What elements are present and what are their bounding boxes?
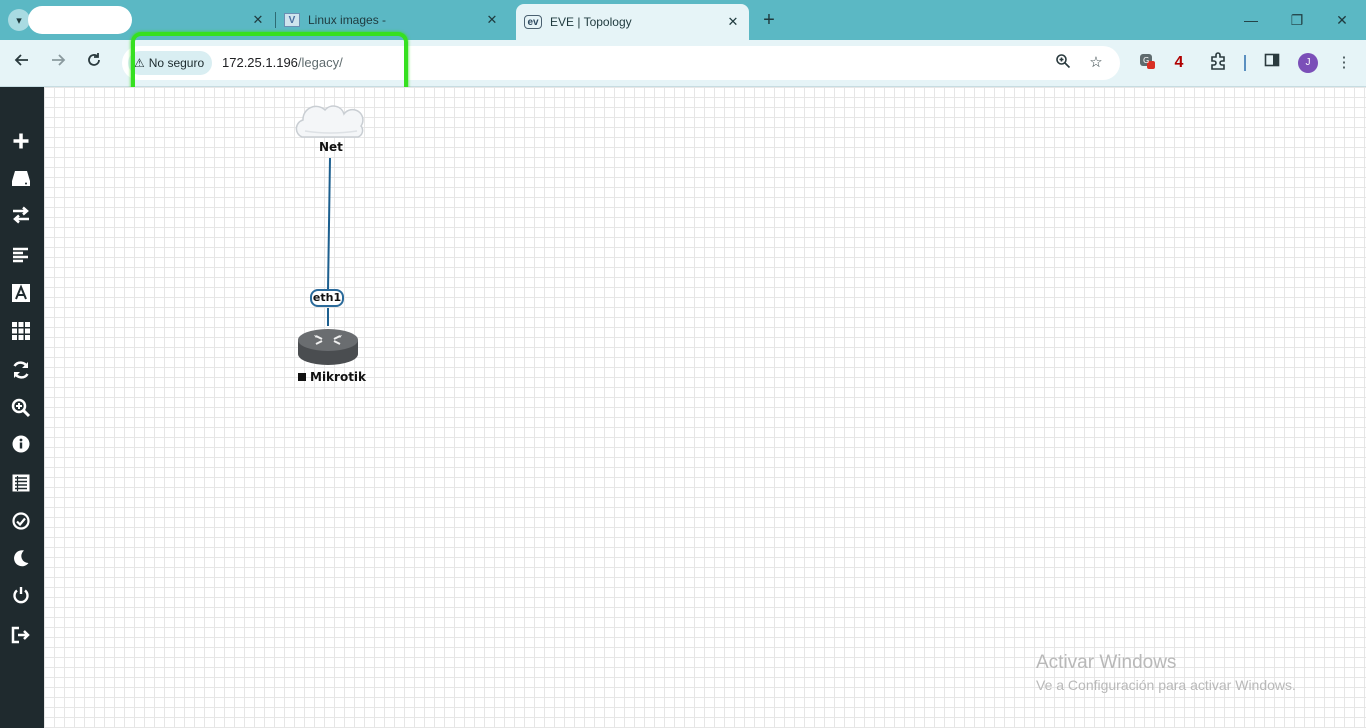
toolbar-divider <box>1244 55 1246 71</box>
chevron-down-icon: ▾ <box>16 14 22 27</box>
router-node-name: Mikrotik <box>310 370 367 384</box>
topology-canvas[interactable] <box>44 87 1366 728</box>
exchange-icon[interactable] <box>8 202 34 228</box>
zoom-icon[interactable] <box>8 395 34 421</box>
url-path: /legacy/ <box>297 55 343 70</box>
tab-separator <box>275 12 276 28</box>
tab-redacted[interactable]: ✕ <box>24 6 274 34</box>
extension-translate-icon[interactable]: G <box>1136 52 1158 74</box>
activation-watermark-subtitle: Ve a Configuración para activar Windows. <box>1036 677 1296 693</box>
zoom-icon[interactable] <box>1053 53 1073 73</box>
side-panel-icon[interactable] <box>1261 52 1283 74</box>
url-text[interactable]: 172.25.1.196/legacy/ <box>222 55 343 70</box>
site-favicon-icon: V <box>284 13 300 27</box>
svg-text:G: G <box>1143 56 1149 65</box>
url-host: 172.25.1.196 <box>222 55 298 70</box>
info-icon[interactable] <box>8 431 34 457</box>
eve-favicon-icon: ev <box>524 15 542 29</box>
minimize-button[interactable]: — <box>1241 10 1261 30</box>
close-icon[interactable]: ✕ <box>250 12 266 28</box>
eve-sidebar <box>0 87 44 728</box>
tab-strip: ▾ ✕ V Linux images - ✕ ev EVE | Topology… <box>0 0 1366 40</box>
reload-button[interactable] <box>83 52 105 74</box>
align-left-icon[interactable] <box>8 242 34 268</box>
security-chip[interactable]: ⚠ No seguro <box>128 51 213 75</box>
forward-button[interactable] <box>47 52 69 74</box>
grid-icon[interactable] <box>8 318 34 344</box>
tab-title: Linux images - <box>308 13 387 27</box>
new-tab-button[interactable]: + <box>758 9 780 31</box>
redacted-tab-title <box>28 6 132 34</box>
reload-icon <box>88 53 100 66</box>
back-button[interactable] <box>11 52 33 74</box>
back-arrow-icon <box>14 54 28 66</box>
address-bar[interactable]: ⚠ No seguro 172.25.1.196/legacy/ ☆ <box>122 46 1120 80</box>
browser-toolbar: ⚠ No seguro 172.25.1.196/legacy/ ☆ G 4 J… <box>0 40 1366 87</box>
cloud-node-label[interactable]: Net <box>319 140 343 154</box>
profile-avatar[interactable]: J <box>1298 53 1318 73</box>
logout-icon[interactable] <box>8 622 34 648</box>
moon-icon[interactable] <box>8 545 34 571</box>
extensions-puzzle-icon[interactable] <box>1207 52 1229 74</box>
router-node-label[interactable]: Mikrotik <box>298 370 366 384</box>
kebab-menu-icon[interactable]: ⋮ <box>1333 52 1355 74</box>
bookmark-star-icon[interactable]: ☆ <box>1086 53 1106 73</box>
server-icon[interactable] <box>8 165 34 191</box>
extension-badge[interactable]: 4 <box>1168 52 1190 74</box>
list-icon[interactable] <box>8 470 34 496</box>
activation-watermark-title: Activar Windows <box>1036 652 1177 673</box>
tab-linux-images[interactable]: V Linux images - ✕ <box>280 6 508 34</box>
forward-arrow-icon <box>52 54 66 66</box>
power-icon[interactable] <box>8 582 34 608</box>
tab-eve-topology[interactable]: ev EVE | Topology ✕ <box>516 4 749 40</box>
warning-icon: ⚠ <box>134 56 145 70</box>
refresh-icon[interactable] <box>8 357 34 383</box>
close-icon[interactable]: ✕ <box>484 12 500 28</box>
font-icon[interactable] <box>8 280 34 306</box>
check-circle-icon[interactable] <box>8 508 34 534</box>
node-status-stopped-icon <box>298 373 306 381</box>
interface-label[interactable]: eth1 <box>310 289 344 307</box>
restore-button[interactable]: ❐ <box>1287 10 1307 30</box>
security-label: No seguro <box>148 56 205 70</box>
window-close-button[interactable]: ✕ <box>1332 10 1352 30</box>
close-icon[interactable]: ✕ <box>725 14 741 30</box>
plus-icon[interactable] <box>8 128 34 154</box>
tab-title: EVE | Topology <box>550 15 632 29</box>
